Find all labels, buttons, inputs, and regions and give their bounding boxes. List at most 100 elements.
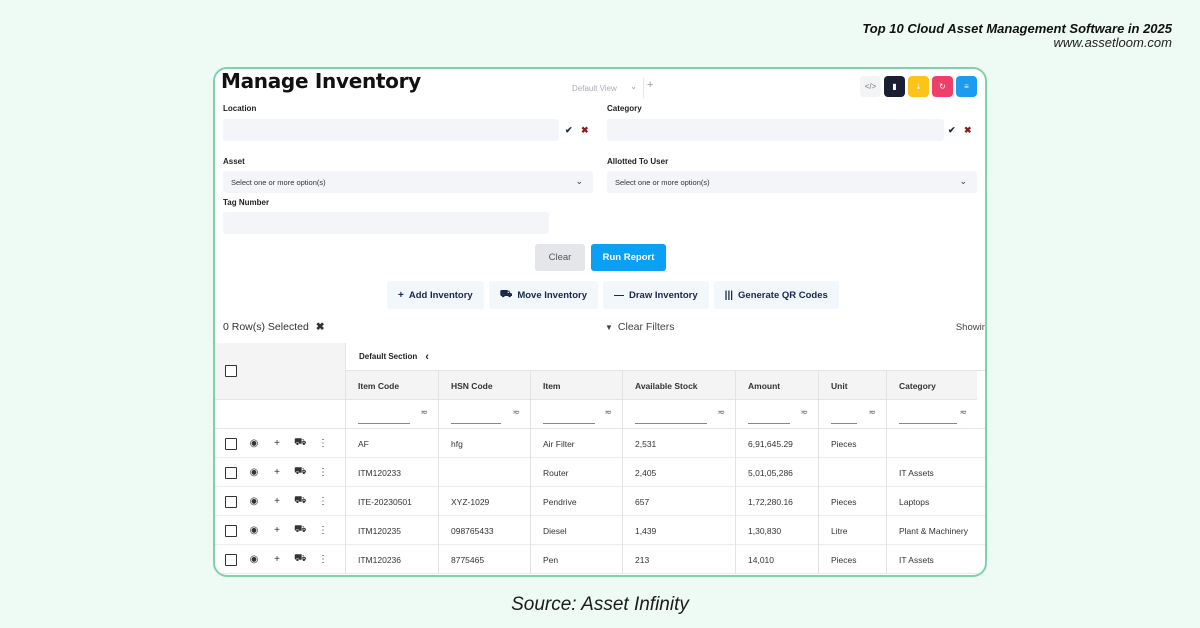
category-cancel-icon[interactable]: ✖ bbox=[964, 125, 972, 136]
section-header: Default Section ‹ bbox=[345, 343, 985, 371]
cell-item-code: AF bbox=[345, 429, 438, 458]
cell-amount: 1,72,280.16 bbox=[735, 487, 818, 516]
tag-number-input[interactable] bbox=[223, 212, 549, 234]
row-checkbox[interactable] bbox=[225, 524, 237, 537]
clear-filters-button[interactable]: ▼ Clear Filters bbox=[605, 321, 675, 333]
action-label: Add Inventory bbox=[408, 289, 473, 301]
location-confirm-icon[interactable]: ✔ bbox=[565, 125, 573, 136]
more-vertical-icon[interactable]: ⋮ bbox=[317, 438, 329, 449]
filter-icon[interactable]: ≂ bbox=[800, 407, 808, 418]
row-checkbox[interactable] bbox=[225, 437, 237, 450]
filter-icon[interactable]: ≂ bbox=[604, 407, 612, 418]
clear-button[interactable]: Clear bbox=[535, 244, 585, 271]
more-vertical-icon[interactable]: ⋮ bbox=[317, 554, 329, 565]
column-header-item[interactable]: Item bbox=[530, 371, 622, 400]
filter-icon: ▼ bbox=[605, 322, 613, 332]
location-cancel-icon[interactable]: ✖ bbox=[581, 125, 589, 136]
filter-icon[interactable]: ≂ bbox=[959, 407, 967, 418]
eye-icon[interactable]: ◉ bbox=[248, 554, 260, 565]
asset-select[interactable]: Select one or more option(s) ⌄ bbox=[223, 171, 593, 193]
collapse-section-icon[interactable]: ‹ bbox=[425, 351, 429, 363]
table-row[interactable]: ◉ + ⛟ ⋮ ITE-20230501 XYZ-1029 Pendrive 657 1,72,… bbox=[215, 487, 985, 516]
add-inventory-button[interactable]: + Add Inventory bbox=[387, 281, 484, 309]
row-checkbox[interactable] bbox=[225, 553, 237, 566]
column-filter-input[interactable] bbox=[748, 423, 790, 424]
cell-amount: 6,91,645.29 bbox=[735, 429, 818, 458]
cell-category: Plant & Machinery bbox=[886, 516, 977, 545]
table-row[interactable]: ◉ + ⛟ ⋮ ITM120235 098765433 Diesel 1,439 1,30,83… bbox=[215, 516, 985, 545]
allotted-to-user-select[interactable]: Select one or more option(s) ⌄ bbox=[607, 171, 977, 193]
truck-icon[interactable]: ⛟ bbox=[294, 553, 307, 566]
move-inventory-button[interactable]: ⛟ Move Inventory bbox=[488, 281, 598, 309]
page-title: Manage Inventory bbox=[221, 69, 421, 93]
table-row[interactable]: ◉ + ⛟ ⋮ AF hfg Air Filter 2,531 6,91,645.29 Piece… bbox=[215, 429, 985, 458]
cell-item: Pen bbox=[530, 545, 622, 574]
row-checkbox[interactable] bbox=[225, 466, 237, 479]
code-button[interactable]: </> bbox=[860, 76, 881, 97]
clear-selection-icon[interactable]: ✖ bbox=[316, 321, 325, 333]
cell-item-code: ITM120236 bbox=[345, 545, 438, 574]
rows-selected-info: 0 Row(s) Selected ✖ bbox=[223, 321, 325, 333]
allotted-to-user-placeholder: Select one or more option(s) bbox=[615, 177, 710, 187]
row-checkbox[interactable] bbox=[225, 495, 237, 508]
cell-item-code: ITM120235 bbox=[345, 516, 438, 545]
column-filter-input[interactable] bbox=[635, 423, 707, 424]
plus-icon[interactable]: + bbox=[271, 467, 283, 478]
filter-icon[interactable]: ≂ bbox=[512, 407, 520, 418]
draw-inventory-button[interactable]: — Draw Inventory bbox=[603, 281, 709, 309]
column-header-unit[interactable]: Unit bbox=[818, 371, 886, 400]
run-report-button[interactable]: Run Report bbox=[591, 244, 666, 271]
download-button[interactable]: ⤓ bbox=[908, 76, 929, 97]
table-row[interactable]: ◉ + ⛟ ⋮ ITM120233 Router 2,405 5,01,05,286 IT As… bbox=[215, 458, 985, 487]
column-filter-input[interactable] bbox=[358, 423, 410, 424]
column-header-category[interactable]: Category bbox=[886, 371, 977, 400]
banner-url: www.assetloom.com bbox=[1053, 35, 1172, 50]
column-filter-input[interactable] bbox=[543, 423, 595, 424]
eye-icon[interactable]: ◉ bbox=[248, 525, 260, 536]
view-select-value: Default View bbox=[572, 83, 617, 93]
plus-icon[interactable]: + bbox=[271, 525, 283, 536]
select-all-cell bbox=[215, 343, 345, 400]
plus-icon[interactable]: + bbox=[271, 554, 283, 565]
plus-icon[interactable]: + bbox=[271, 438, 283, 449]
category-input[interactable] bbox=[607, 119, 944, 141]
truck-icon[interactable]: ⛟ bbox=[294, 466, 307, 479]
location-input[interactable] bbox=[223, 119, 559, 141]
eye-icon[interactable]: ◉ bbox=[248, 496, 260, 507]
column-filter-input[interactable] bbox=[831, 423, 857, 424]
more-vertical-icon[interactable]: ⋮ bbox=[317, 525, 329, 536]
document-button[interactable]: ▮ bbox=[884, 76, 905, 97]
filter-icon[interactable]: ≂ bbox=[420, 407, 428, 418]
column-header-item-code[interactable]: Item Code bbox=[345, 371, 438, 400]
category-confirm-icon[interactable]: ✔ bbox=[948, 125, 956, 136]
table-row[interactable]: ◉ + ⛟ ⋮ ITM120236 8775465 Pen 213 14,010 Pieces IT… bbox=[215, 545, 985, 574]
asset-label: Asset bbox=[223, 157, 245, 166]
cell-available-stock: 2,531 bbox=[622, 429, 735, 458]
filter-icon[interactable]: ≂ bbox=[868, 407, 876, 418]
column-header-amount[interactable]: Amount bbox=[735, 371, 818, 400]
eye-icon[interactable]: ◉ bbox=[248, 467, 260, 478]
more-vertical-icon[interactable]: ⋮ bbox=[317, 467, 329, 478]
truck-icon[interactable]: ⛟ bbox=[294, 524, 307, 537]
cell-hsn-code: 8775465 bbox=[438, 545, 530, 574]
refresh-button[interactable]: ↻ bbox=[932, 76, 953, 97]
column-header-available-stock[interactable]: Available Stock bbox=[622, 371, 735, 400]
menu-button[interactable]: ≡ bbox=[956, 76, 977, 97]
filter-icon[interactable]: ≂ bbox=[717, 407, 725, 418]
eye-icon[interactable]: ◉ bbox=[248, 438, 260, 449]
action-label: Draw Inventory bbox=[629, 289, 698, 301]
column-filter-input[interactable] bbox=[899, 423, 957, 424]
column-header-hsn-code[interactable]: HSN Code bbox=[438, 371, 530, 400]
chevron-down-icon: ⌄ bbox=[959, 176, 967, 186]
cell-available-stock: 2,405 bbox=[622, 458, 735, 487]
view-select[interactable]: Default View ⌄ bbox=[566, 78, 641, 98]
column-filter-cell: ≂ bbox=[530, 400, 622, 429]
add-view-button[interactable]: + bbox=[647, 79, 653, 91]
generate-qr-codes-button[interactable]: ||| Generate QR Codes bbox=[713, 281, 839, 309]
truck-icon[interactable]: ⛟ bbox=[294, 495, 307, 508]
plus-icon[interactable]: + bbox=[271, 496, 283, 507]
truck-icon[interactable]: ⛟ bbox=[294, 437, 307, 450]
column-filter-input[interactable] bbox=[451, 423, 501, 424]
select-all-checkbox[interactable] bbox=[225, 365, 237, 377]
more-vertical-icon[interactable]: ⋮ bbox=[317, 496, 329, 507]
